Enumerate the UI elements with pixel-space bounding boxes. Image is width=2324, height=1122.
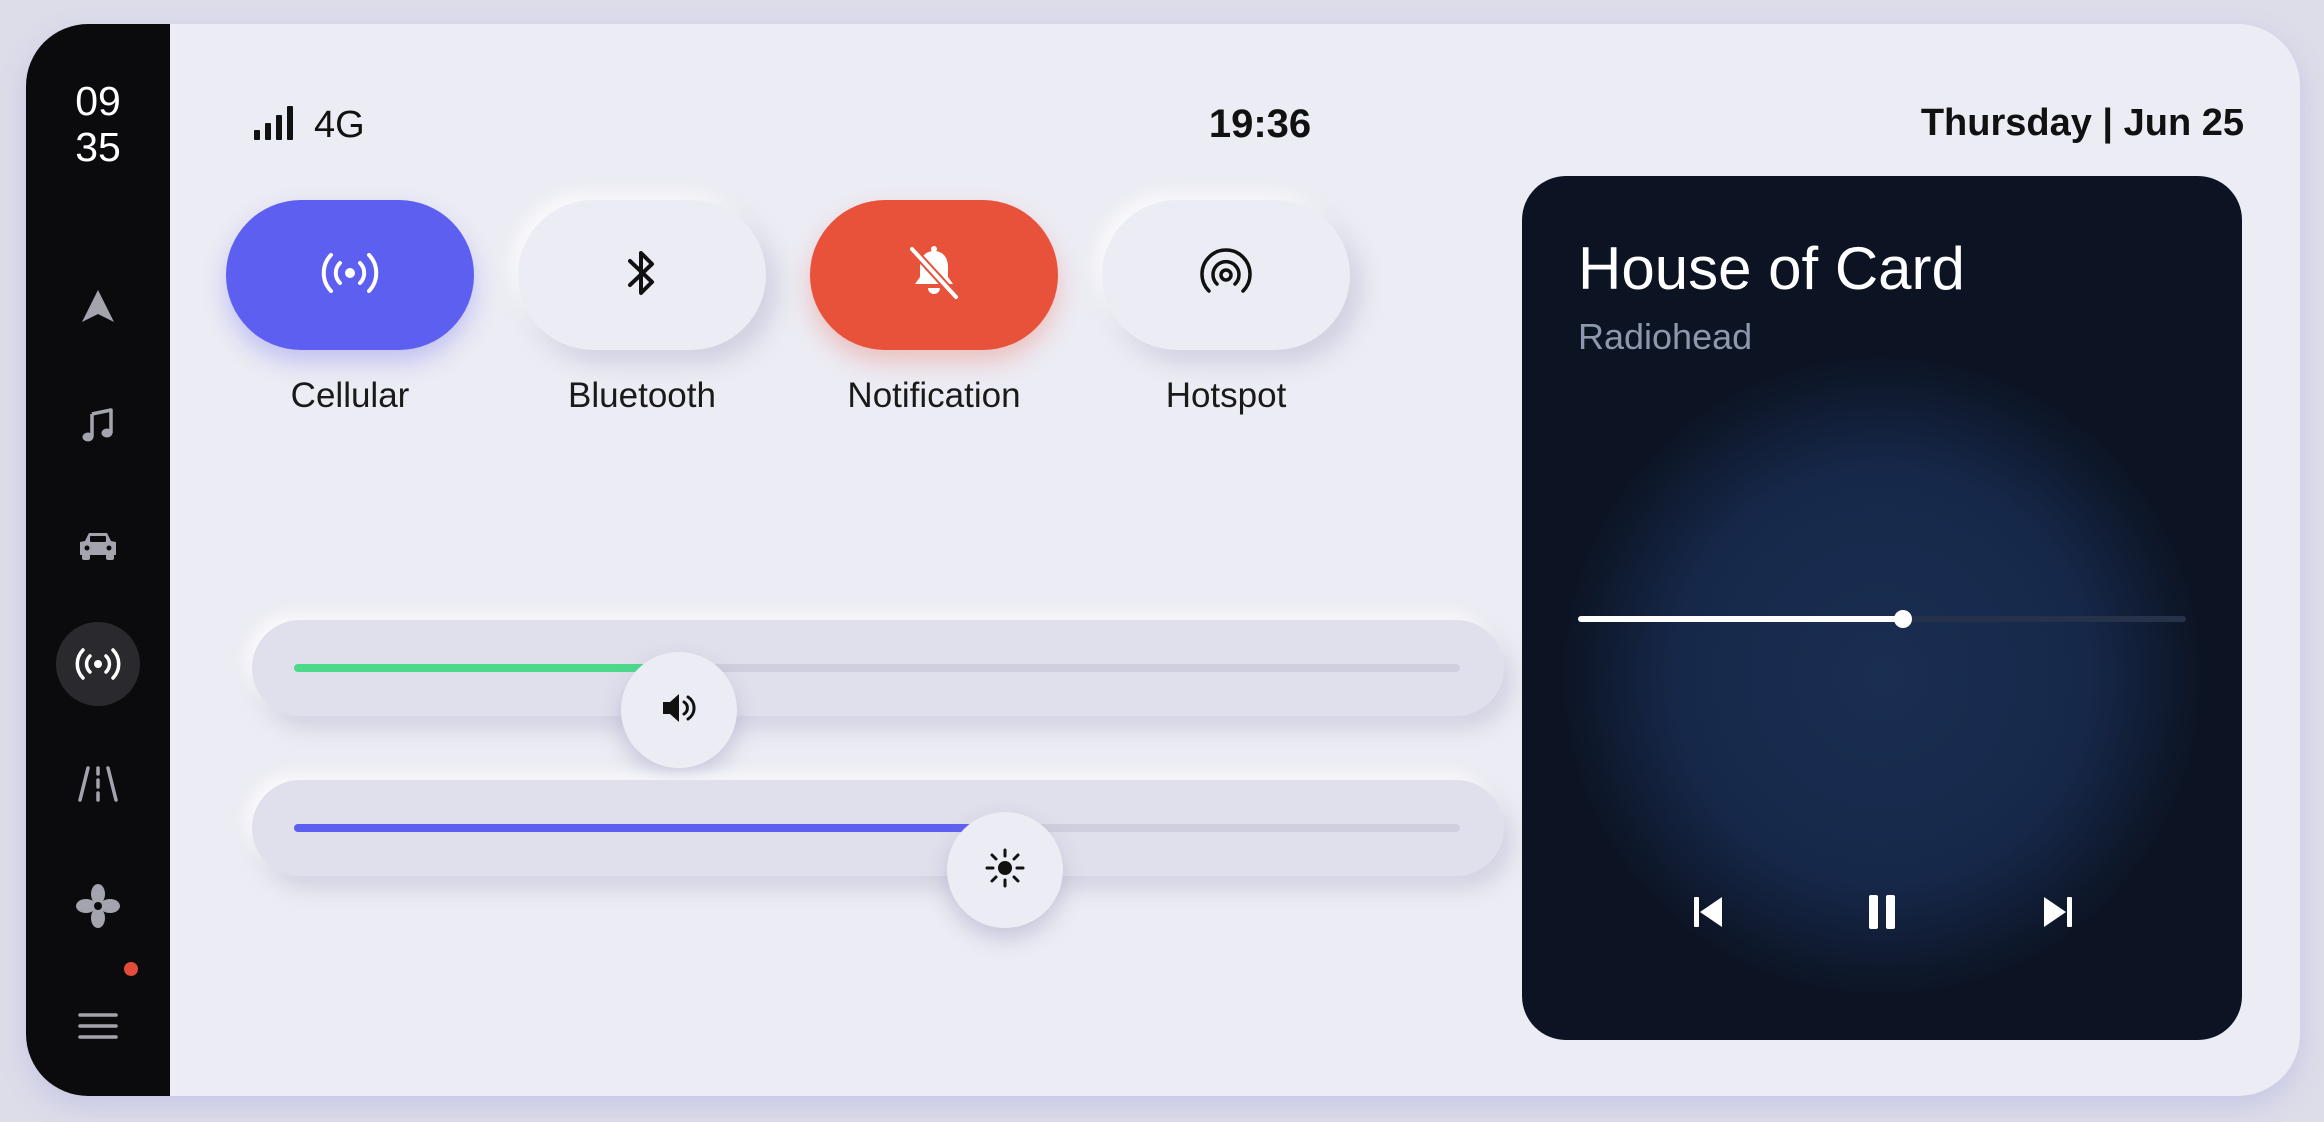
toggle-cellular[interactable]: Cellular	[226, 200, 474, 415]
signal-bars-icon	[254, 106, 294, 145]
pause-icon	[1864, 893, 1900, 936]
sidebar-item-fan[interactable]	[56, 864, 140, 948]
status-date: Thursday | Jun 25	[1920, 102, 2244, 144]
volume-fill	[294, 664, 679, 672]
toggle-bluetooth[interactable]: Bluetooth	[518, 200, 766, 415]
clock-hour: 09	[75, 78, 121, 124]
broadcast-icon	[74, 644, 122, 684]
progress-fill	[1578, 616, 1904, 622]
brightness-slider[interactable]	[252, 780, 1504, 928]
next-icon	[2040, 894, 2076, 935]
dashboard-frame: 09 35 4G 19:36 Thursday | Jun 25 Cellula…	[26, 24, 2300, 1096]
sidebar-item-navigation[interactable]	[56, 264, 140, 348]
network-type: 4G	[314, 104, 365, 146]
next-button[interactable]	[2030, 886, 2086, 942]
menu-notification-dot	[124, 962, 138, 976]
brightness-track[interactable]	[294, 812, 1460, 928]
hotspot-icon	[1196, 247, 1256, 304]
previous-button[interactable]	[1680, 886, 1736, 942]
broadcast-icon	[318, 247, 382, 304]
cellular-button[interactable]	[226, 200, 474, 350]
status-time: 19:36	[1208, 102, 1312, 146]
navigation-arrow-icon	[78, 286, 118, 326]
bluetooth-icon	[622, 246, 662, 305]
sidebar-item-car[interactable]	[56, 504, 140, 588]
song-artist: Radiohead	[1578, 316, 1753, 357]
road-icon	[76, 764, 120, 804]
playback-progress[interactable]	[1578, 610, 2186, 628]
volume-track[interactable]	[294, 652, 1460, 768]
sidebar: 09 35	[26, 24, 170, 1096]
media-player: House of Card Radiohead	[1522, 176, 2242, 1040]
sun-icon	[985, 848, 1025, 893]
sidebar-item-road[interactable]	[56, 742, 140, 826]
fan-icon	[76, 884, 120, 928]
volume-knob[interactable]	[620, 652, 737, 768]
notification-button[interactable]	[810, 200, 1058, 350]
pause-button[interactable]	[1854, 886, 1910, 942]
toggle-hotspot[interactable]: Hotspot	[1102, 200, 1350, 415]
brightness-knob[interactable]	[947, 812, 1064, 928]
bluetooth-button[interactable]	[518, 200, 766, 350]
cellular-label: Cellular	[290, 376, 410, 415]
playback-controls	[1522, 886, 2242, 942]
speaker-icon	[660, 691, 698, 730]
brightness-fill	[294, 824, 1006, 832]
hotspot-button[interactable]	[1102, 200, 1350, 350]
menu-icon	[78, 1011, 118, 1041]
sidebar-clock: 09 35	[26, 78, 170, 170]
volume-slider[interactable]	[252, 620, 1504, 768]
toggle-notification[interactable]: Notification	[810, 200, 1058, 415]
sidebar-item-music[interactable]	[56, 384, 140, 468]
car-icon	[76, 529, 120, 563]
hotspot-label: Hotspot	[1165, 376, 1287, 415]
notification-label: Notification	[847, 376, 1021, 415]
status-network: 4G	[254, 104, 365, 147]
music-note-icon	[78, 406, 118, 446]
bell-off-icon	[904, 243, 964, 308]
clock-minute: 35	[75, 124, 121, 170]
song-title: House of Card	[1578, 235, 1965, 302]
bluetooth-label: Bluetooth	[568, 376, 716, 415]
sidebar-item-connectivity[interactable]	[56, 622, 140, 706]
sidebar-item-menu[interactable]	[56, 984, 140, 1068]
previous-icon	[1690, 894, 1726, 935]
